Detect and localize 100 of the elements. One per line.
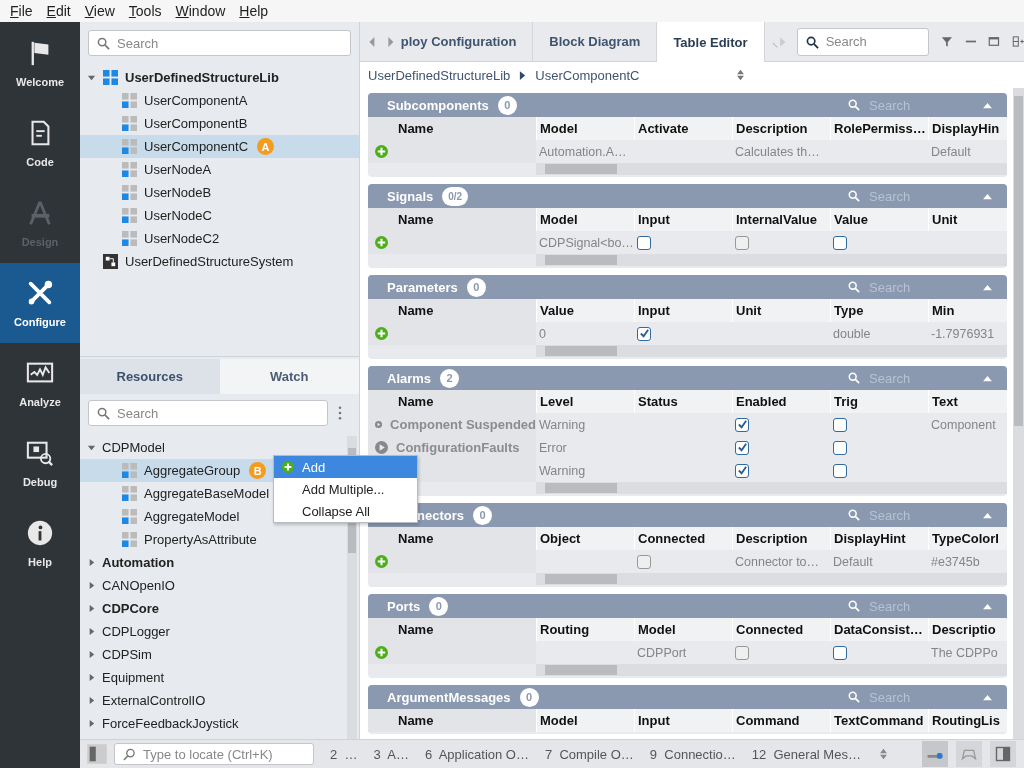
caret-icon[interactable]: [87, 650, 96, 659]
column-header[interactable]: Min: [928, 299, 1007, 322]
column-header[interactable]: Descriptio: [928, 618, 1007, 641]
column-header[interactable]: Routing: [536, 618, 634, 641]
caret-icon[interactable]: [87, 719, 96, 728]
checkbox[interactable]: [637, 326, 651, 341]
column-header[interactable]: Value: [830, 208, 928, 231]
horizontal-scrollbar[interactable]: [536, 573, 1007, 585]
column-header[interactable]: Unit: [732, 299, 830, 322]
sidebar-toggle-icon[interactable]: [86, 743, 108, 765]
caret-icon[interactable]: [87, 696, 96, 705]
collapse-icon[interactable]: [982, 374, 993, 382]
more-icon[interactable]: [338, 406, 342, 420]
tree-item[interactable]: UserComponentC A: [80, 135, 359, 158]
column-header[interactable]: TypeColorI: [928, 527, 1007, 550]
caret-icon[interactable]: [87, 73, 96, 82]
tree-item[interactable]: CDPCore: [102, 601, 160, 616]
tree-item[interactable]: CDPModel: [102, 440, 165, 455]
menu-item[interactable]: Help: [239, 3, 269, 19]
expand-icon[interactable]: [375, 441, 388, 454]
caret-icon[interactable]: [87, 627, 96, 636]
collapse-icon[interactable]: [982, 192, 993, 200]
search-field[interactable]: Search: [88, 400, 328, 426]
column-header[interactable]: Command: [732, 709, 830, 732]
breadcrumb-item[interactable]: UserComponentC: [535, 67, 640, 83]
column-header[interactable]: RoutingLis: [928, 709, 1007, 732]
column-header[interactable]: Enabled: [732, 390, 830, 413]
sort-arrows-icon[interactable]: [878, 748, 888, 760]
column-header[interactable]: Name: [368, 208, 536, 231]
checkbox[interactable]: [833, 440, 847, 455]
expand-icon[interactable]: [375, 418, 383, 431]
add-icon[interactable]: [375, 327, 388, 340]
menu-item[interactable]: Tools: [128, 3, 162, 19]
column-header[interactable]: Connected: [634, 527, 732, 550]
column-header[interactable]: TextCommand: [830, 709, 928, 732]
menu-item[interactable]: Window: [175, 3, 226, 19]
column-header[interactable]: DisplayHint: [830, 527, 928, 550]
filter-icon[interactable]: [940, 35, 953, 48]
column-header[interactable]: Status: [634, 390, 732, 413]
toggle-icon[interactable]: [922, 741, 948, 767]
add-icon[interactable]: [375, 145, 388, 158]
horizontal-scrollbar[interactable]: [536, 254, 1007, 266]
collapse-icon[interactable]: [982, 602, 993, 610]
nav-button[interactable]: Debug: [0, 423, 80, 503]
column-header[interactable]: Text: [928, 390, 1007, 413]
column-header[interactable]: Unit: [928, 208, 1007, 231]
column-header[interactable]: InternalValue: [732, 208, 830, 231]
editor-tab[interactable]: Table Editor: [657, 22, 765, 62]
checkbox[interactable]: [735, 463, 749, 478]
tree-item[interactable]: CDPLogger: [102, 624, 170, 639]
caret-icon[interactable]: [87, 443, 96, 452]
panel-tab[interactable]: Resources: [80, 359, 220, 394]
column-header[interactable]: DisplayHin: [928, 117, 1007, 140]
breadcrumb-item[interactable]: UserDefinedStructureLib: [368, 67, 511, 83]
horizontal-scrollbar[interactable]: [536, 163, 1007, 175]
output-tab[interactable]: 9 Connectio…: [649, 746, 736, 762]
checkbox[interactable]: [637, 235, 651, 250]
checkbox[interactable]: [833, 463, 847, 478]
tree-item[interactable]: CANOpenIO: [102, 578, 175, 593]
nav-button[interactable]: Configure: [0, 263, 80, 343]
tree-item[interactable]: CDPSim: [102, 647, 152, 662]
tree-item[interactable]: UserNodeB: [80, 181, 359, 204]
collapse-icon[interactable]: [982, 101, 993, 109]
column-header[interactable]: RolePermiss…: [830, 117, 928, 140]
panel-icon[interactable]: [990, 741, 1016, 767]
nav-button[interactable]: Welcome: [0, 23, 80, 103]
menu-item[interactable]: Collapse All: [274, 500, 417, 522]
column-header[interactable]: Description: [732, 117, 830, 140]
column-header[interactable]: Model: [536, 117, 634, 140]
output-tab[interactable]: 12 General Mes…: [751, 746, 861, 762]
tree-item[interactable]: UserComponentA: [80, 89, 359, 112]
column-header[interactable]: Trig: [830, 390, 928, 413]
tree-item[interactable]: PropertyAsAttribute: [80, 528, 359, 551]
column-header[interactable]: Input: [634, 299, 732, 322]
caret-icon[interactable]: [87, 558, 96, 567]
tree-item[interactable]: UserNodeA: [80, 158, 359, 181]
caret-icon[interactable]: [87, 673, 96, 682]
search-field[interactable]: Search: [796, 27, 929, 56]
menu-item[interactable]: Add: [274, 456, 417, 478]
horizontal-scrollbar[interactable]: [536, 482, 1007, 494]
checkbox[interactable]: [833, 645, 847, 660]
column-header[interactable]: Model: [634, 618, 732, 641]
tree-item[interactable]: UserNodeC2: [80, 227, 359, 250]
checkbox[interactable]: [735, 417, 749, 432]
horizontal-scrollbar[interactable]: [536, 664, 1007, 676]
column-header[interactable]: Level: [536, 390, 634, 413]
checkbox[interactable]: [637, 554, 651, 569]
tree-item[interactable]: ForceFeedbackJoystick: [102, 716, 239, 731]
column-header[interactable]: DataConsist…: [830, 618, 928, 641]
column-header[interactable]: Name: [368, 618, 536, 641]
column-header[interactable]: Input: [634, 208, 732, 231]
column-header[interactable]: Model: [536, 208, 634, 231]
column-header[interactable]: Connected: [732, 618, 830, 641]
tree-item[interactable]: Equipment: [102, 670, 165, 685]
output-tab[interactable]: 7 Compile O…: [544, 746, 634, 762]
editor-tab[interactable]: ploy Configuration: [400, 22, 534, 61]
caret-icon[interactable]: [87, 581, 96, 590]
checkbox[interactable]: [735, 235, 749, 250]
nav-button[interactable]: Analyze: [0, 343, 80, 423]
collapse-icon[interactable]: [982, 511, 993, 519]
